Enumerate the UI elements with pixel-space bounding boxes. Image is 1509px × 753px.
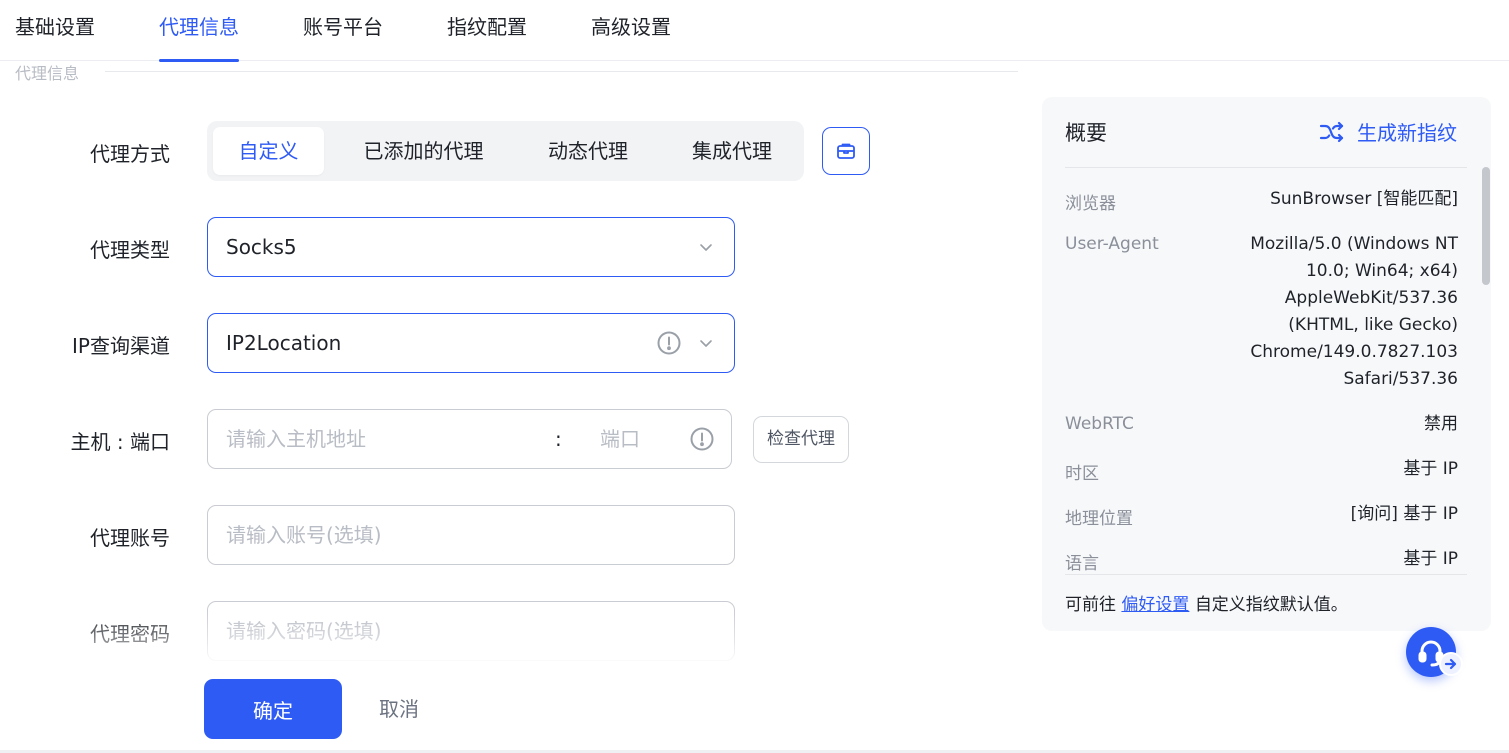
host-input[interactable]: 请输入主机地址 — [226, 410, 366, 468]
port-input[interactable]: 端口 — [600, 410, 640, 468]
summary-key-timezone: 时区 — [1065, 464, 1099, 484]
exclamation-circle-icon[interactable] — [689, 426, 715, 452]
host-port-field: 请输入主机地址 : 端口 — [207, 409, 732, 469]
proxy-password-input[interactable]: 请输入密码(选填) — [207, 601, 735, 661]
briefcase-icon — [837, 143, 855, 159]
summary-title: 概要 — [1065, 121, 1107, 145]
proxy-mode-dynamic[interactable]: 动态代理 — [523, 127, 653, 175]
summary-key-browser: 浏览器 — [1065, 194, 1116, 214]
summary-note-prefix: 可前往 — [1065, 595, 1116, 615]
summary-value-timezone: 基于 IP — [1403, 459, 1458, 479]
preferences-link[interactable]: 偏好设置 — [1121, 595, 1189, 615]
tab-fingerprint-config[interactable]: 指纹配置 — [447, 0, 527, 61]
proxy-type-value: Socks5 — [226, 235, 297, 259]
proxy-account-input[interactable]: 请输入账号(选填) — [207, 505, 735, 565]
proxy-password-label: 代理密码 — [90, 622, 170, 646]
proxy-account-placeholder: 请输入账号(选填) — [226, 523, 382, 547]
summary-key-webrtc: WebRTC — [1065, 414, 1134, 434]
summary-divider — [1065, 574, 1467, 575]
confirm-button[interactable]: 确定 — [204, 679, 342, 739]
summary-note: 可前往 偏好设置 自定义指纹默认值。 — [1065, 590, 1348, 615]
host-port-label: 主机 : 端口 — [70, 430, 170, 454]
exclamation-circle-icon[interactable] — [656, 330, 682, 356]
proxy-mode-custom[interactable]: 自定义 — [213, 127, 324, 175]
summary-value-user-agent: Mozilla/5.0 (Windows NT 10.0; Win64; x64… — [1250, 231, 1458, 393]
shuffle-icon — [1319, 121, 1344, 142]
user-agent-line: Mozilla/5.0 (Windows NT — [1250, 234, 1458, 254]
tab-advanced-settings[interactable]: 高级设置 — [591, 0, 671, 61]
proxy-password-placeholder: 请输入密码(选填) — [226, 619, 382, 643]
proxy-mode-label: 代理方式 — [90, 142, 170, 166]
ip-channel-value: IP2Location — [226, 331, 342, 355]
user-agent-line: (KHTML, like Gecko) — [1288, 315, 1458, 335]
proxy-mode-added[interactable]: 已添加的代理 — [341, 127, 506, 175]
generate-fingerprint-label: 生成新指纹 — [1357, 121, 1457, 145]
user-agent-line: 10.0; Win64; x64) — [1305, 261, 1458, 281]
summary-key-geolocation: 地理位置 — [1065, 509, 1133, 529]
host-port-separator: : — [555, 427, 562, 451]
tab-account-platform[interactable]: 账号平台 — [303, 0, 383, 61]
summary-key-language: 语言 — [1065, 554, 1099, 574]
proxy-type-select[interactable]: Socks5 — [207, 217, 735, 277]
tab-bar: 基础设置 代理信息 账号平台 指纹配置 高级设置 — [0, 0, 1509, 62]
proxy-account-label: 代理账号 — [90, 526, 170, 550]
proxy-mode-integrated[interactable]: 集成代理 — [667, 127, 797, 175]
summary-scrollbar[interactable] — [1482, 167, 1490, 285]
proxy-type-label: 代理类型 — [90, 238, 170, 262]
summary-value-webrtc: 禁用 — [1424, 414, 1458, 434]
chevron-down-icon — [700, 244, 712, 251]
user-agent-line: Chrome/149.0.7827.103 — [1250, 342, 1458, 362]
check-proxy-button[interactable]: 检查代理 — [753, 416, 849, 463]
proxy-list-button[interactable] — [822, 127, 870, 175]
summary-key-user-agent: User-Agent — [1065, 234, 1159, 254]
proxy-mode-segmented: 自定义 已添加的代理 动态代理 集成代理 — [207, 121, 804, 181]
summary-value-geolocation: [询问] 基于 IP — [1350, 504, 1458, 524]
tab-basic-settings[interactable]: 基础设置 — [15, 0, 95, 61]
summary-divider — [1065, 167, 1467, 168]
user-agent-line: AppleWebKit/537.36 — [1284, 288, 1458, 308]
arrow-right-icon — [1439, 652, 1463, 676]
section-title: 代理信息 — [15, 64, 80, 83]
tab-proxy-info[interactable]: 代理信息 — [159, 0, 239, 62]
summary-note-suffix: 自定义指纹默认值。 — [1194, 595, 1348, 615]
ip-channel-select[interactable]: IP2Location — [207, 313, 735, 373]
section-divider — [105, 71, 1018, 72]
user-agent-line: Safari/537.36 — [1343, 369, 1458, 389]
summary-value-language: 基于 IP — [1403, 549, 1458, 569]
generate-fingerprint-button[interactable]: 生成新指纹 — [1319, 117, 1457, 146]
ip-channel-label: IP查询渠道 — [72, 334, 170, 358]
summary-panel: 概要 生成新指纹 浏览器 SunBrowser [智能匹配] User-Agen… — [1042, 97, 1491, 631]
summary-value-browser: SunBrowser [智能匹配] — [1270, 189, 1458, 209]
cancel-button[interactable]: 取消 — [360, 679, 438, 739]
chevron-down-icon — [700, 340, 712, 347]
